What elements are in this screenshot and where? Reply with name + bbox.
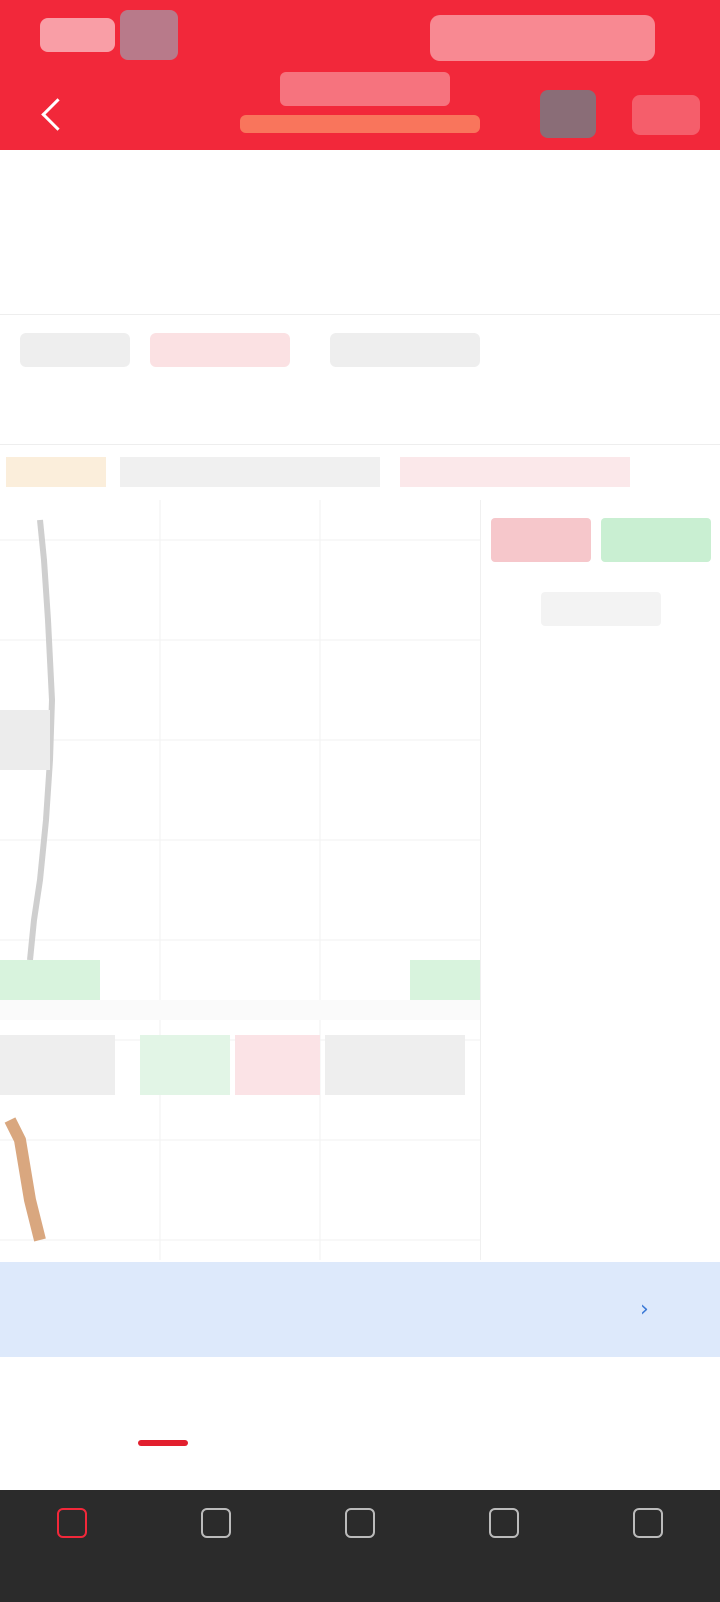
period-tab[interactable] bbox=[0, 385, 103, 444]
chevron-right-icon: › bbox=[640, 1297, 649, 1322]
trade-row bbox=[481, 1018, 720, 1064]
section-tab[interactable] bbox=[360, 1357, 480, 1457]
indicator-item[interactable] bbox=[400, 457, 630, 487]
bottom-nav bbox=[0, 1490, 720, 1602]
nav-icon bbox=[201, 1508, 231, 1538]
trade-row bbox=[481, 1156, 720, 1202]
section-tab[interactable] bbox=[240, 1357, 360, 1457]
indicator-item[interactable] bbox=[6, 457, 106, 487]
volume-bar bbox=[0, 960, 100, 1000]
metric-label bbox=[270, 200, 380, 236]
section-tab[interactable] bbox=[480, 1357, 600, 1457]
period-tab[interactable] bbox=[617, 385, 720, 444]
banner-text bbox=[24, 1292, 424, 1328]
trade-row bbox=[481, 880, 720, 926]
period-tab[interactable] bbox=[411, 385, 514, 444]
trade-row bbox=[481, 742, 720, 788]
indicator-bar bbox=[0, 445, 720, 500]
back-icon[interactable] bbox=[28, 95, 92, 135]
macd-label bbox=[0, 1035, 115, 1095]
period-tab[interactable] bbox=[309, 385, 412, 444]
volume-bar bbox=[410, 960, 480, 1000]
trade-row bbox=[481, 696, 720, 742]
trade-row bbox=[481, 1064, 720, 1110]
trade-row bbox=[481, 1110, 720, 1156]
tag-item[interactable] bbox=[330, 333, 480, 367]
app-header bbox=[0, 0, 720, 150]
nav-item[interactable] bbox=[432, 1490, 576, 1602]
nav-item[interactable] bbox=[144, 1490, 288, 1602]
tag-item[interactable] bbox=[150, 333, 290, 367]
metric-column-3 bbox=[620, 200, 715, 272]
page-title bbox=[280, 72, 450, 106]
metric-label bbox=[620, 200, 715, 236]
macd-label bbox=[140, 1035, 230, 1095]
period-tab[interactable] bbox=[103, 385, 206, 444]
nav-icon bbox=[345, 1508, 375, 1538]
trade-list bbox=[480, 500, 720, 1260]
macd-label bbox=[235, 1035, 320, 1095]
more-icon[interactable] bbox=[632, 95, 700, 135]
nav-icon bbox=[489, 1508, 519, 1538]
metric-column-1 bbox=[270, 200, 380, 272]
status-avatar bbox=[120, 10, 178, 60]
trade-row bbox=[481, 972, 720, 1018]
nav-item[interactable] bbox=[576, 1490, 720, 1602]
quote-summary bbox=[0, 150, 720, 315]
nav-item[interactable] bbox=[0, 1490, 144, 1602]
bid-ask-bar bbox=[481, 510, 720, 570]
promo-banner[interactable]: › bbox=[0, 1262, 720, 1357]
active-tab-indicator bbox=[138, 1440, 188, 1446]
nav-icon bbox=[633, 1508, 663, 1538]
tag-item[interactable] bbox=[20, 333, 130, 367]
header-action-button[interactable] bbox=[540, 90, 596, 138]
macd-line bbox=[4, 1117, 46, 1242]
metric-value bbox=[270, 236, 380, 272]
metric-value bbox=[380, 236, 590, 272]
section-tab[interactable] bbox=[600, 1357, 720, 1457]
period-tabs bbox=[0, 385, 720, 445]
trade-row bbox=[481, 926, 720, 972]
status-bar-time bbox=[40, 18, 115, 52]
metric-value bbox=[620, 236, 715, 272]
page-subtitle bbox=[240, 115, 480, 133]
status-bar-icons bbox=[430, 15, 655, 61]
trade-row bbox=[481, 788, 720, 834]
period-tab[interactable] bbox=[206, 385, 309, 444]
bid-segment bbox=[491, 518, 591, 562]
current-price bbox=[10, 192, 190, 250]
price-change bbox=[10, 262, 240, 286]
metric-label bbox=[380, 200, 590, 236]
section-tabs bbox=[0, 1357, 720, 1457]
volume-block bbox=[0, 710, 50, 770]
trade-row bbox=[481, 650, 720, 696]
tag-row bbox=[0, 315, 720, 385]
trade-row bbox=[481, 834, 720, 880]
metric-column-2 bbox=[380, 200, 590, 272]
nav-icon bbox=[57, 1508, 87, 1538]
trade-list-title bbox=[541, 592, 661, 626]
ask-segment bbox=[601, 518, 711, 562]
period-tab[interactable] bbox=[514, 385, 617, 444]
price-chart[interactable] bbox=[0, 500, 480, 1260]
indicator-item[interactable] bbox=[120, 457, 380, 487]
macd-label bbox=[325, 1035, 465, 1095]
nav-item[interactable] bbox=[288, 1490, 432, 1602]
chart-canvas bbox=[0, 500, 480, 1260]
chart-divider bbox=[0, 1000, 480, 1020]
section-tab[interactable] bbox=[0, 1357, 120, 1457]
